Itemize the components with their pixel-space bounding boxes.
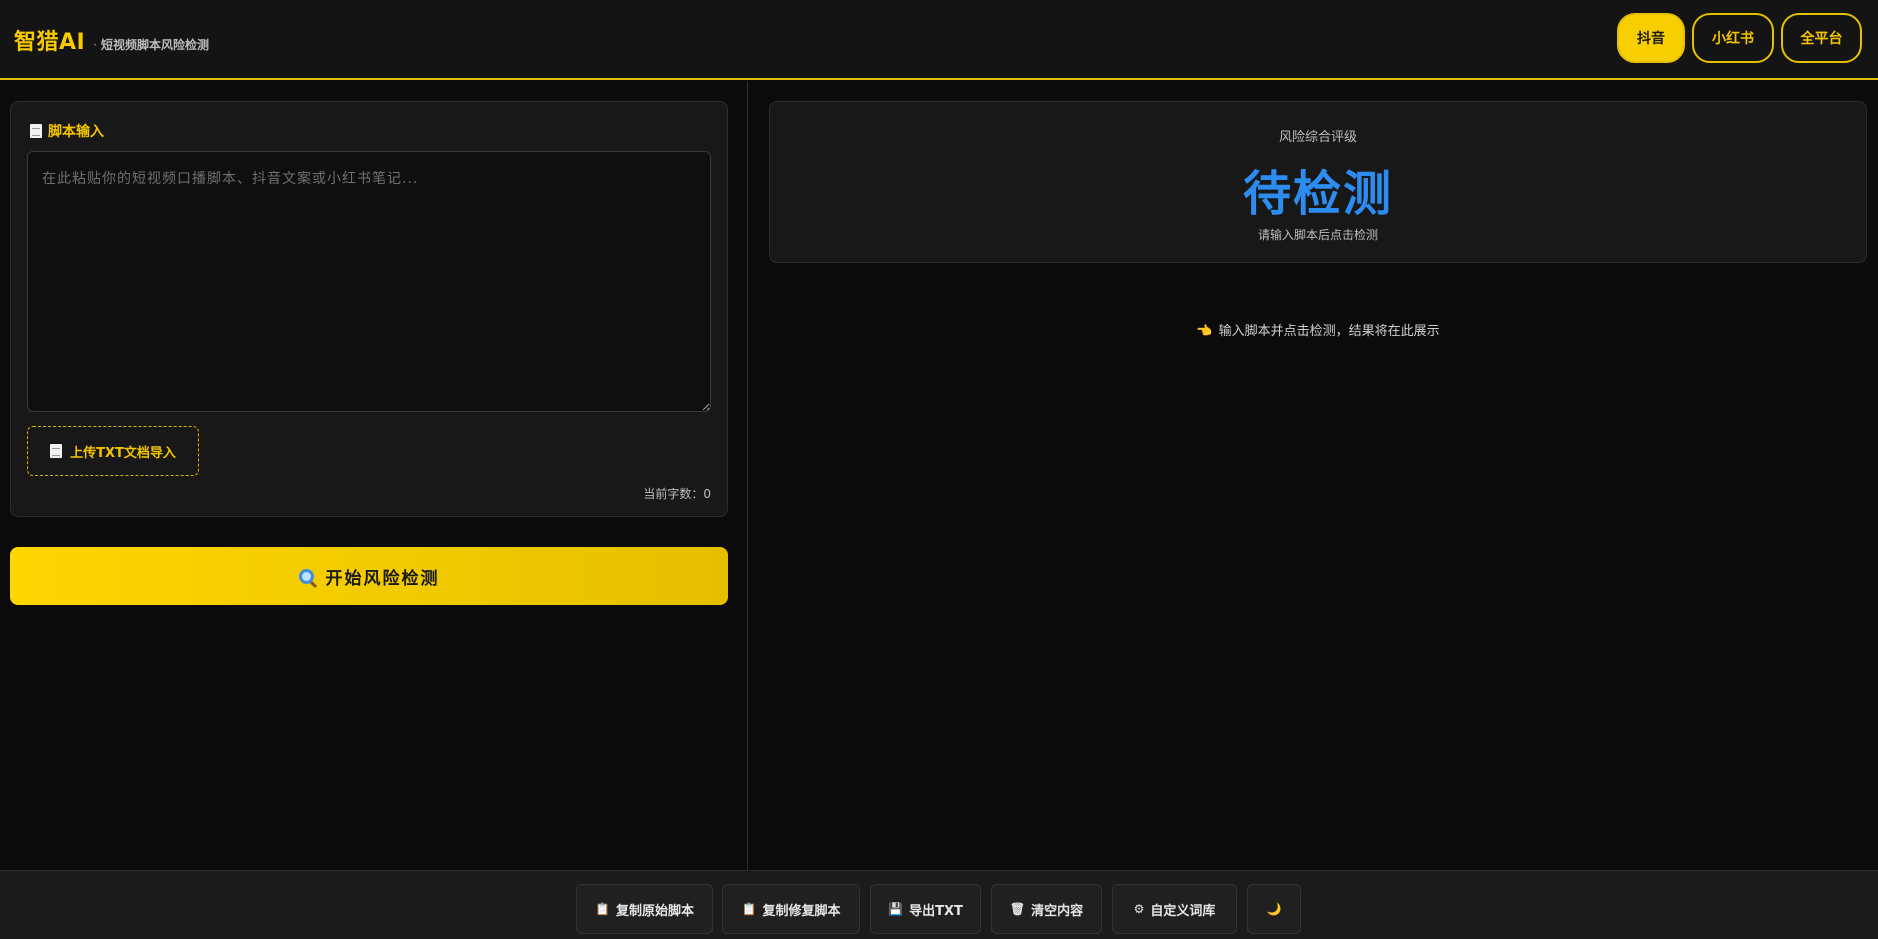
export-txt-label: 导出TXT [909, 903, 963, 919]
risk-rating-value: 待检测 [1242, 166, 1393, 222]
floppy-disk-icon: 💾 [888, 902, 904, 916]
brand: 智猎AI · 短视频脚本风险检测 [14, 24, 209, 56]
input-card-title-text: 脚本输入 [48, 124, 104, 140]
script-input-card: 脚本输入 上传TXT文档导入 当前字数：0 [10, 101, 728, 517]
start-detection-label: 开始风险检测 [325, 568, 440, 589]
brand-subtitle: 短视频脚本风险检测 [101, 38, 210, 52]
risk-rating-hint: 请输入脚本后点击检测 [1257, 228, 1378, 242]
risk-rating-label: 风险综合评级 [1278, 130, 1357, 145]
brand-separator: · [93, 38, 98, 52]
clipboard-icon: 📋 [595, 902, 610, 916]
platform-tab-douyin[interactable]: 抖音 [1617, 13, 1685, 63]
custom-dictionary-label: 自定义词库 [1150, 903, 1216, 919]
pointing-hand-icon: 👈 [1196, 324, 1213, 339]
export-txt-button[interactable]: 💾 导出TXT [870, 884, 981, 934]
risk-rating-card: 风险综合评级 待检测 请输入脚本后点击检测 [769, 101, 1867, 263]
bottom-toolbar: 📋 复制原始脚本 📋 复制修复脚本 💾 导出TXT 🗑 清空内容 ⚙ 自定义词库… [0, 870, 1878, 939]
copy-original-script-button[interactable]: 📋 复制原始脚本 [576, 884, 713, 934]
clear-content-button[interactable]: 🗑 清空内容 [991, 884, 1102, 934]
panel-divider [747, 81, 748, 870]
brand-name: 智猎AI [14, 30, 86, 55]
clear-content-label: 清空内容 [1031, 903, 1084, 919]
script-textarea[interactable] [27, 151, 711, 412]
platform-tab-all[interactable]: 全平台 [1781, 13, 1862, 63]
app-root: 智猎AI · 短视频脚本风险检测 抖音 小红书 全平台 脚本输入 上传TXT文档… [0, 0, 1878, 939]
start-detection-button[interactable]: 开始风险检测 [10, 547, 728, 605]
clipboard-icon: 📋 [741, 902, 757, 916]
copy-fixed-script-button[interactable]: 📋 复制修复脚本 [722, 884, 860, 934]
top-header: 智猎AI · 短视频脚本风险检测 抖音 小红书 全平台 [0, 0, 1878, 80]
platform-tab-xiaohongshu[interactable]: 小红书 [1692, 13, 1774, 63]
document-icon [50, 444, 63, 458]
crescent-moon-icon: 🌙 [1266, 902, 1282, 916]
results-empty-state: 👈 输入脚本并点击检测，结果将在此展示 [769, 320, 1867, 339]
gear-icon: ⚙ [1133, 902, 1145, 916]
search-icon [298, 568, 314, 584]
upload-txt-button[interactable]: 上传TXT文档导入 [27, 426, 199, 476]
copy-original-script-label: 复制原始脚本 [615, 903, 694, 919]
trash-icon: 🗑 [1009, 902, 1026, 916]
input-card-title: 脚本输入 [30, 121, 104, 141]
results-empty-text: 输入脚本并点击检测，结果将在此展示 [1218, 324, 1440, 339]
custom-dictionary-button[interactable]: ⚙ 自定义词库 [1112, 884, 1237, 934]
upload-txt-label: 上传TXT文档导入 [70, 445, 176, 461]
theme-toggle-button[interactable]: 🌙 [1247, 884, 1301, 934]
platform-switcher: 抖音 小红书 全平台 [1617, 13, 1862, 63]
word-count: 当前字数：0 [643, 487, 711, 501]
copy-fixed-script-label: 复制修复脚本 [762, 903, 841, 919]
document-icon [30, 124, 42, 138]
